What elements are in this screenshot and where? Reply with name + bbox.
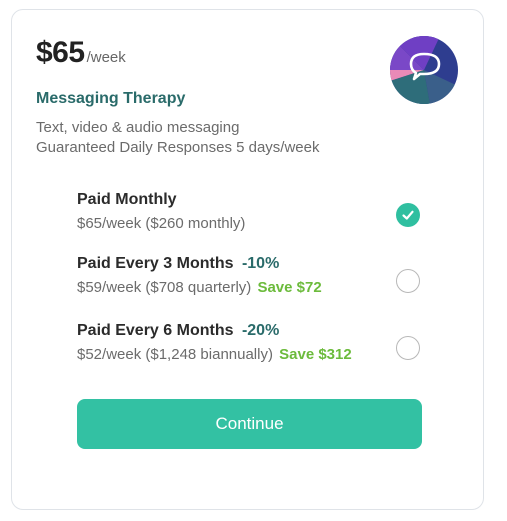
plan-features: Text, video & audio messaging Guaranteed… — [36, 118, 320, 158]
option-subtitle: $65/week ($260 monthly) — [77, 215, 246, 232]
option-paid-every-6-months[interactable]: Paid Every 6 Months -20% $52/week ($1,24… — [77, 322, 427, 363]
radio-paid-monthly[interactable] — [396, 203, 420, 227]
option-title: Paid Every 6 Months — [77, 322, 234, 339]
continue-button[interactable]: Continue — [77, 399, 422, 449]
savings-label: Save $72 — [257, 279, 322, 296]
feature-line: Text, video & audio messaging — [36, 119, 240, 136]
feature-line: Guaranteed Daily Responses 5 days/week — [36, 139, 320, 156]
discount-badge: -10% — [241, 255, 280, 272]
checkmark-icon — [402, 210, 414, 220]
radio-paid-every-6-months[interactable] — [396, 336, 420, 360]
option-subtitle: $52/week ($1,248 biannually) — [77, 346, 273, 363]
option-subtitle: $59/week ($708 quarterly) — [77, 279, 252, 296]
price: $65 /week — [36, 36, 126, 70]
radio-paid-every-3-months[interactable] — [396, 269, 420, 293]
option-paid-monthly[interactable]: Paid Monthly $65/week ($260 monthly) — [77, 191, 427, 232]
price-unit: /week — [86, 49, 126, 66]
option-title: Paid Every 3 Months — [77, 255, 234, 272]
savings-label: Save $312 — [279, 346, 352, 363]
option-paid-every-3-months[interactable]: Paid Every 3 Months -10% $59/week ($708 … — [77, 255, 427, 296]
option-title: Paid Monthly — [77, 191, 177, 208]
plan-name: Messaging Therapy — [36, 90, 186, 107]
price-amount: $65 — [36, 36, 85, 69]
plan-card: $65 /week Messaging Therapy Text, video … — [11, 9, 484, 510]
messaging-therapy-logo — [390, 36, 458, 104]
discount-badge: -20% — [241, 322, 280, 339]
